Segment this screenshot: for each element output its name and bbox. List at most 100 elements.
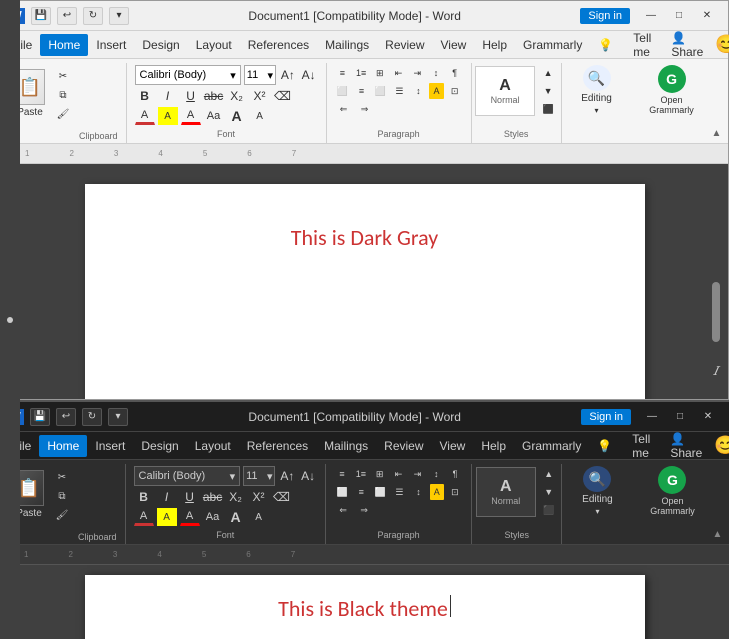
maximize-button-top[interactable]: □	[666, 7, 692, 25]
show-para-top[interactable]: ¶	[447, 65, 463, 81]
menu-view-top[interactable]: View	[433, 34, 475, 56]
clear-format-bottom[interactable]: ⌫	[272, 488, 292, 506]
styles-more-top[interactable]: ⬛	[539, 101, 557, 117]
sort-top[interactable]: ↕	[428, 65, 444, 81]
strikethrough-bottom[interactable]: abc	[203, 488, 223, 506]
editing-button-top[interactable]: 🔍 Editing ▾	[569, 65, 624, 115]
menu-help-top[interactable]: Help	[474, 34, 515, 56]
menu-help-bottom[interactable]: Help	[473, 435, 514, 457]
menu-view-bottom[interactable]: View	[432, 435, 474, 457]
menu-insert-bottom[interactable]: Insert	[87, 435, 133, 457]
underline-button-bottom[interactable]: U	[180, 488, 200, 506]
tell-me-bottom[interactable]: Tell me	[624, 428, 658, 464]
styles-down-top[interactable]: ▼	[539, 83, 557, 99]
font-family-dropdown-bottom[interactable]: Calibri (Body)▾	[134, 466, 241, 486]
underline-button-top[interactable]: U	[181, 87, 201, 105]
ltr-bottom[interactable]: ⇒	[355, 502, 373, 518]
ltr-top[interactable]: ⇒	[356, 101, 374, 117]
bullets-bottom[interactable]: ≡	[334, 466, 350, 482]
close-button-bottom[interactable]: ✕	[695, 408, 721, 426]
highlight-bottom[interactable]: A	[157, 508, 177, 526]
borders-bottom[interactable]: ⊡	[447, 484, 463, 500]
menu-grammarly-top[interactable]: Grammarly	[515, 34, 590, 56]
align-right-bottom[interactable]: ⬜	[372, 484, 388, 500]
sort-bottom[interactable]: ↕	[428, 466, 444, 482]
line-spacing-top[interactable]: ↕	[410, 83, 426, 99]
decrease-font-top[interactable]: A↓	[300, 66, 318, 84]
font-color-top[interactable]: A	[181, 107, 201, 125]
highlight-top[interactable]: A	[158, 107, 178, 125]
multilevel-bottom[interactable]: ⊞	[372, 466, 388, 482]
bold-button-bottom[interactable]: B	[134, 488, 154, 506]
cut-button-top[interactable]: ✂	[53, 67, 73, 85]
increase-font-bottom[interactable]: A↑	[278, 467, 296, 485]
decrease-indent-top[interactable]: ⇤	[391, 65, 407, 81]
menu-layout-top[interactable]: Layout	[188, 34, 240, 56]
font-small-top[interactable]: A	[250, 107, 270, 125]
font-small-bottom[interactable]: A	[249, 508, 269, 526]
decrease-font-bottom[interactable]: A↓	[299, 467, 317, 485]
redo-button-bottom[interactable]: ↻	[82, 408, 102, 426]
maximize-button-bottom[interactable]: □	[667, 408, 693, 426]
bold-button-top[interactable]: B	[135, 87, 155, 105]
font-color-a-top[interactable]: A	[135, 107, 155, 125]
grammarly-button-bottom[interactable]: G OpenGrammarly	[642, 466, 702, 516]
save-button-top[interactable]: 💾	[31, 7, 51, 25]
tell-me-top[interactable]: Tell me	[625, 27, 659, 63]
font-color-a-bottom[interactable]: A	[134, 508, 154, 526]
editing-button-bottom[interactable]: 🔍 Editing ▾	[570, 466, 625, 516]
minimize-button-top[interactable]: —	[638, 7, 664, 25]
styles-up-bottom[interactable]: ▲	[540, 466, 558, 482]
shading-top[interactable]: A	[429, 83, 443, 99]
font-big-bottom[interactable]: A	[226, 508, 246, 526]
styles-button-bottom[interactable]: A Normal	[476, 467, 536, 517]
copy-button-bottom[interactable]: ⧉	[52, 487, 72, 505]
menu-home-top[interactable]: Home	[40, 34, 88, 56]
menu-layout-bottom[interactable]: Layout	[187, 435, 239, 457]
increase-font-top[interactable]: A↑	[279, 66, 297, 84]
doc-page-bottom[interactable]: This is Black theme	[85, 575, 645, 639]
font-big-top[interactable]: A	[227, 107, 247, 125]
multilevel-top[interactable]: ⊞	[372, 65, 388, 81]
font-size-aa-bottom[interactable]: Aa	[203, 508, 223, 526]
menu-references-top[interactable]: References	[240, 34, 317, 56]
scrollbar-top[interactable]	[712, 282, 720, 342]
clear-format-top[interactable]: ⌫	[273, 87, 293, 105]
strikethrough-top[interactable]: abc	[204, 87, 224, 105]
rtl-top[interactable]: ⇐	[335, 101, 353, 117]
ribbon-collapse-bottom[interactable]: ▲	[712, 464, 725, 544]
share-bottom[interactable]: 👤 Share	[662, 428, 710, 464]
line-spacing-bottom[interactable]: ↕	[410, 484, 426, 500]
align-left-top[interactable]: ⬜	[335, 83, 351, 99]
increase-indent-top[interactable]: ⇥	[409, 65, 425, 81]
shading-bottom[interactable]: A	[430, 484, 444, 500]
menu-mailings-top[interactable]: Mailings	[317, 34, 377, 56]
justify-top[interactable]: ☰	[391, 83, 407, 99]
font-size-aa-top[interactable]: Aa	[204, 107, 224, 125]
menu-grammarly-bottom[interactable]: Grammarly	[514, 435, 589, 457]
align-center-bottom[interactable]: ≡	[353, 484, 369, 500]
undo-button-bottom[interactable]: ↩	[56, 408, 76, 426]
styles-down-bottom[interactable]: ▼	[540, 484, 558, 500]
close-button-top[interactable]: ✕	[694, 7, 720, 25]
numbering-top[interactable]: 1≡	[353, 65, 369, 81]
align-center-top[interactable]: ≡	[354, 83, 370, 99]
customize-button-bottom[interactable]: ▾	[108, 408, 128, 426]
menu-mailings-bottom[interactable]: Mailings	[316, 435, 376, 457]
undo-button-top[interactable]: ↩	[57, 7, 77, 25]
redo-button-top[interactable]: ↻	[83, 7, 103, 25]
minimize-button-bottom[interactable]: —	[639, 408, 665, 426]
sign-in-button-top[interactable]: Sign in	[580, 8, 630, 24]
font-color-bottom[interactable]: A	[180, 508, 200, 526]
share-top[interactable]: 👤 Share	[663, 27, 711, 63]
menu-home-bottom[interactable]: Home	[39, 435, 87, 457]
menu-design-bottom[interactable]: Design	[133, 435, 186, 457]
justify-bottom[interactable]: ☰	[391, 484, 407, 500]
menu-design-top[interactable]: Design	[134, 34, 187, 56]
numbering-bottom[interactable]: 1≡	[353, 466, 369, 482]
copy-button-top[interactable]: ⧉	[53, 86, 73, 104]
font-family-dropdown-top[interactable]: Calibri (Body)▾	[135, 65, 241, 85]
bullets-top[interactable]: ≡	[335, 65, 351, 81]
subscript-bottom[interactable]: X₂	[226, 488, 246, 506]
ribbon-collapse-top[interactable]: ▲	[712, 63, 724, 143]
